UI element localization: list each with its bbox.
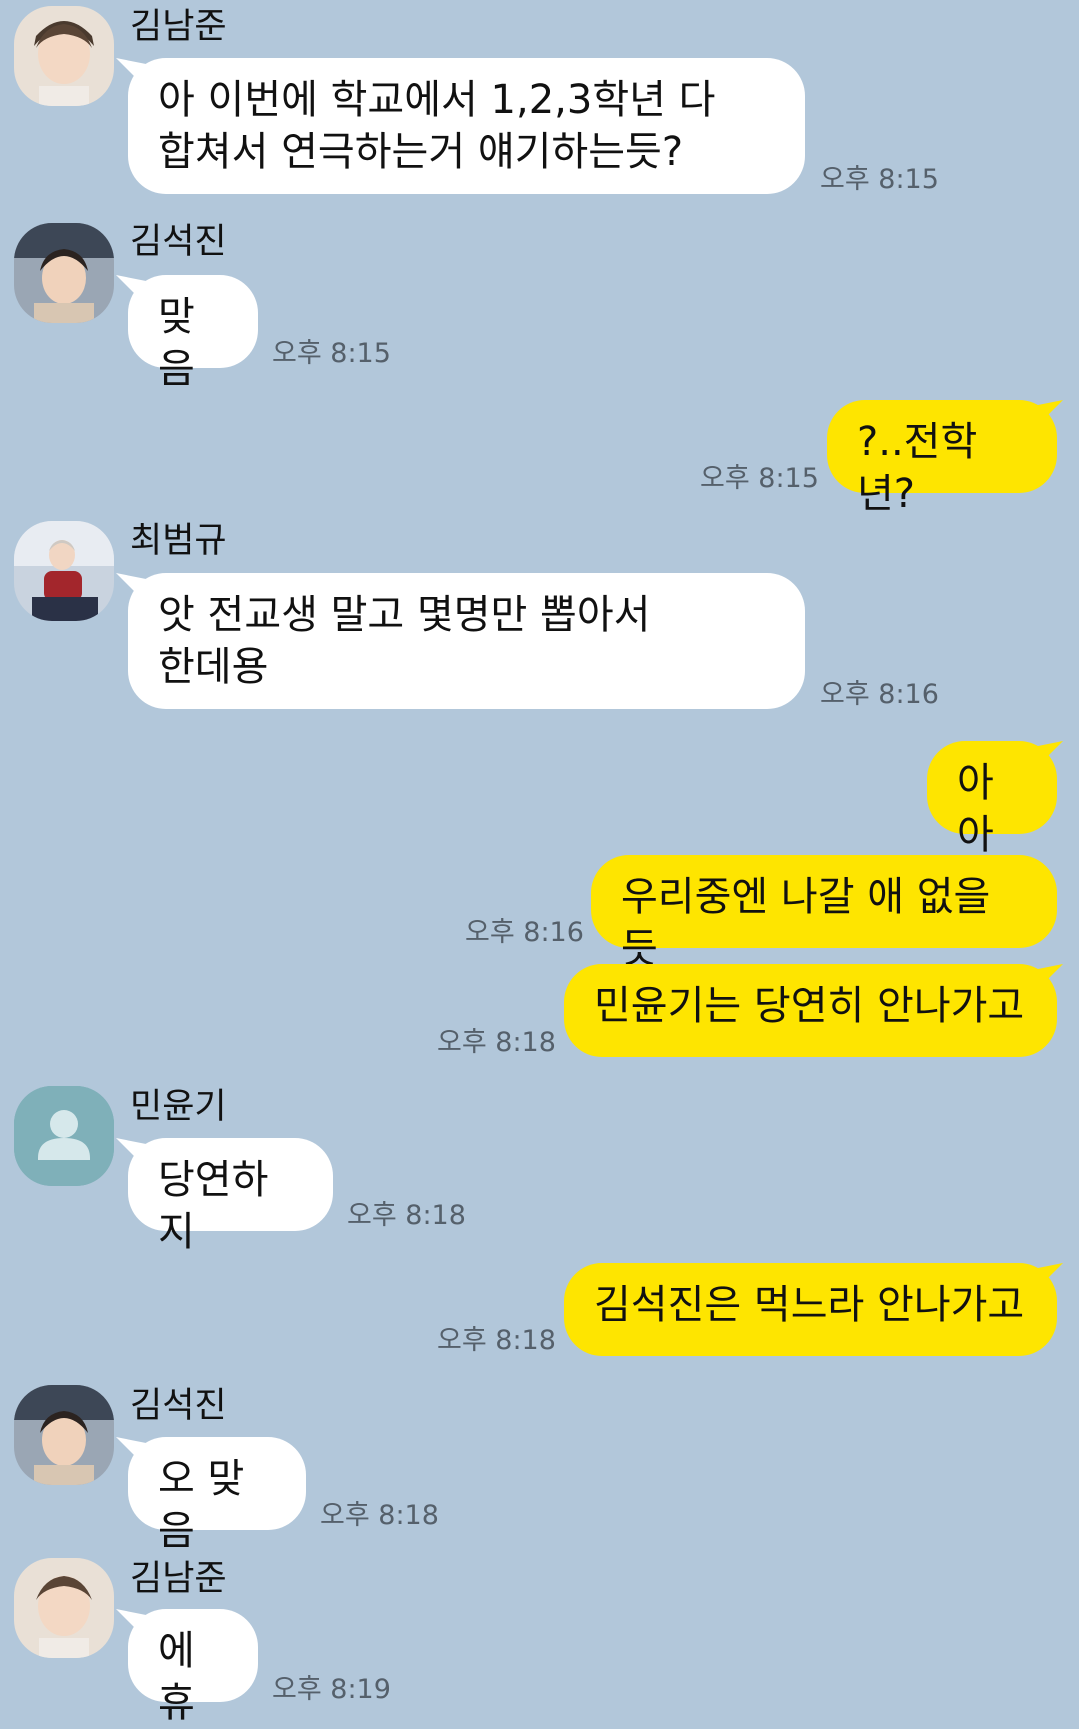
- message-text: 아아: [957, 760, 994, 858]
- message-time: 오후 8:16: [820, 679, 939, 710]
- message-time: 오후 8:15: [700, 463, 819, 494]
- sender-name: 최범규: [130, 521, 227, 561]
- message-time: 오후 8:15: [272, 338, 391, 369]
- message-time: 오후 8:18: [437, 1027, 556, 1058]
- message-time: 오후 8:18: [437, 1325, 556, 1356]
- profile-avatar-namjoon[interactable]: [14, 1558, 114, 1658]
- profile-avatar-default[interactable]: [14, 1086, 114, 1186]
- message-text: 맞음: [158, 294, 195, 392]
- sender-name: 김남준: [130, 7, 227, 47]
- message-text: 우리중엔 나갈 애 없을듯: [621, 874, 991, 972]
- message-time: 오후 8:16: [465, 917, 584, 948]
- message-time: 오후 8:18: [320, 1500, 439, 1531]
- bubble-tail: [1033, 1263, 1063, 1289]
- message-text: 민윤기는 당연히 안나가고: [594, 983, 1025, 1029]
- message-text: 에휴: [158, 1628, 195, 1726]
- message-text: 당연하지: [158, 1157, 269, 1255]
- message-bubble[interactable]: 앗 전교생 말고 몇명만 뽑아서 한데용: [128, 573, 805, 709]
- profile-avatar-seokjin[interactable]: [14, 223, 114, 323]
- bubble-tail: [1033, 741, 1063, 767]
- message-text: 앗 전교생 말고 몇명만 뽑아서 한데용: [158, 592, 651, 690]
- message-text: 김석진은 먹느라 안나가고: [594, 1282, 1025, 1328]
- message-text: 아 이번에 학교에서 1,2,3학년 다 합쳐서 연극하는거 얘기하는듯?: [158, 77, 716, 175]
- message-bubble[interactable]: 아 이번에 학교에서 1,2,3학년 다 합쳐서 연극하는거 얘기하는듯?: [128, 58, 805, 194]
- my-message-bubble[interactable]: 우리중엔 나갈 애 없을듯: [591, 855, 1057, 972]
- bubble-tail: [1033, 964, 1063, 990]
- message-time: 오후 8:19: [272, 1674, 391, 1705]
- sender-name: 김석진: [130, 1386, 227, 1426]
- profile-avatar-beomgyu[interactable]: [14, 521, 114, 621]
- profile-avatar-seokjin[interactable]: [14, 1385, 114, 1485]
- bubble-tail: [1033, 400, 1063, 426]
- my-message-bubble[interactable]: 민윤기는 당연히 안나가고: [564, 964, 1057, 1057]
- chat-room[interactable]: 김남준 아 이번에 학교에서 1,2,3학년 다 합쳐서 연극하는거 얘기하는듯…: [0, 0, 1079, 1726]
- message-time: 오후 8:18: [347, 1200, 466, 1231]
- sender-name: 김남준: [130, 1559, 227, 1599]
- message-bubble[interactable]: 에휴: [128, 1609, 258, 1726]
- message-bubble[interactable]: 맞음: [128, 275, 258, 392]
- message-text: ?..전학년?: [857, 419, 978, 517]
- message-bubble[interactable]: 당연하지: [128, 1138, 333, 1255]
- profile-avatar-namjoon[interactable]: [14, 6, 114, 106]
- message-text: 오 맞음: [158, 1456, 245, 1554]
- message-bubble[interactable]: 오 맞음: [128, 1437, 306, 1554]
- my-message-bubble[interactable]: 김석진은 먹느라 안나가고: [564, 1263, 1057, 1356]
- person-icon: [14, 1086, 114, 1186]
- message-time: 오후 8:15: [820, 164, 939, 195]
- my-message-bubble[interactable]: ?..전학년?: [827, 400, 1057, 517]
- sender-name: 민윤기: [130, 1087, 227, 1127]
- sender-name: 김석진: [130, 222, 227, 262]
